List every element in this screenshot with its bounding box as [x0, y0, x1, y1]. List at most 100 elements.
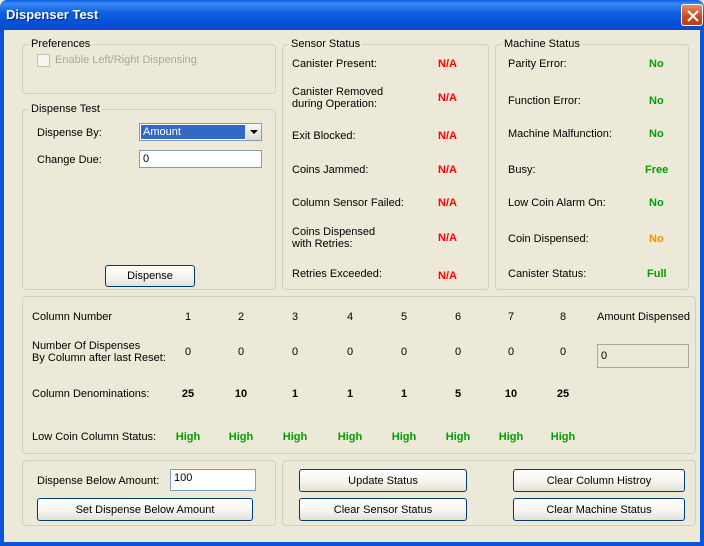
function-error-value: No: [649, 95, 664, 107]
dispenses-count: 0: [346, 346, 354, 358]
dispense-by-label: Dispense By:: [37, 127, 102, 139]
enable-left-right-label: Enable Left/Right Dispensing: [55, 54, 197, 66]
dispenses-count: 0: [184, 346, 192, 358]
change-due-input[interactable]: 0: [139, 150, 262, 168]
coins-jammed-value: N/A: [438, 164, 457, 176]
canister-removed-value: N/A: [438, 92, 457, 104]
column-sensor-failed-value: N/A: [438, 197, 457, 209]
canister-status-label: Canister Status:: [508, 268, 587, 280]
machine-status-legend: Machine Status: [502, 38, 582, 51]
denomination-value: 1: [400, 388, 408, 400]
low-coin-alarm-label: Low Coin Alarm On:: [508, 197, 606, 209]
preferences-group: Preferences Enable Left/Right Dispensing: [22, 38, 276, 94]
update-status-button[interactable]: Update Status: [299, 469, 467, 492]
status-buttons-group: Update Status Clear Sensor Status Clear …: [282, 460, 696, 526]
clear-machine-status-button[interactable]: Clear Machine Status: [513, 498, 685, 521]
preferences-legend: Preferences: [29, 38, 93, 51]
dispense-below-group: Dispense Below Amount: 100 Set Dispense …: [22, 460, 276, 526]
coin-dispensed-label: Coin Dispensed:: [508, 233, 589, 245]
close-icon: [687, 10, 699, 22]
low-coin-status-value: High: [550, 431, 576, 443]
column-number: 5: [400, 311, 408, 323]
denominations-label: Column Denominations:: [32, 388, 150, 400]
amount-dispensed-field: 0: [597, 344, 689, 368]
sensor-status-group: Sensor Status Canister Present: N/A Cani…: [282, 38, 489, 290]
canister-removed-label: Canister Removed during Operation:: [292, 86, 384, 110]
low-coin-status-value: High: [498, 431, 524, 443]
column-number: 8: [559, 311, 567, 323]
column-number: 3: [291, 311, 299, 323]
low-coin-status-value: High: [337, 431, 363, 443]
busy-value: Free: [645, 164, 669, 176]
dispenses-count: 0: [400, 346, 408, 358]
parity-error-label: Parity Error:: [508, 58, 567, 70]
machine-malfunction-value: No: [649, 128, 664, 140]
low-coin-status-value: High: [228, 431, 254, 443]
column-number: 4: [346, 311, 354, 323]
dispenses-count: 0: [559, 346, 567, 358]
clear-column-history-button[interactable]: Clear Column Histroy: [513, 469, 685, 492]
close-button[interactable]: [681, 4, 703, 26]
column-number: 2: [237, 311, 245, 323]
low-coin-alarm-value: No: [649, 197, 664, 209]
machine-status-group: Machine Status Parity Error: No Function…: [495, 38, 689, 290]
sensor-status-legend: Sensor Status: [289, 38, 363, 51]
dispense-test-group: Dispense Test Dispense By: Amount Change…: [22, 103, 276, 290]
amount-dispensed-label: Amount Dispensed: [597, 311, 690, 323]
low-coin-status-value: High: [175, 431, 201, 443]
column-number: 1: [184, 311, 192, 323]
machine-malfunction-label: Machine Malfunction:: [508, 128, 612, 140]
denomination-value: 10: [504, 388, 518, 400]
dispenses-count: 0: [454, 346, 462, 358]
column-number: 6: [454, 311, 462, 323]
low-coin-status-value: High: [445, 431, 471, 443]
function-error-label: Function Error:: [508, 95, 581, 107]
canister-present-label: Canister Present:: [292, 58, 377, 70]
dispense-by-select[interactable]: Amount: [139, 123, 262, 141]
dispense-test-legend: Dispense Test: [29, 103, 102, 116]
window-frame-left: [0, 30, 4, 546]
window-frame-bottom: [0, 542, 704, 546]
retries-exceeded-label: Retries Exceeded:: [292, 268, 382, 280]
set-dispense-below-button[interactable]: Set Dispense Below Amount: [37, 498, 253, 521]
dispense-by-value: Amount: [141, 125, 245, 139]
denomination-value: 1: [291, 388, 299, 400]
exit-blocked-label: Exit Blocked:: [292, 130, 356, 142]
dispense-button[interactable]: Dispense: [105, 265, 195, 287]
denomination-value: 5: [454, 388, 462, 400]
canister-status-value: Full: [647, 268, 667, 280]
enable-left-right-checkbox[interactable]: [37, 54, 50, 67]
dispenses-label: Number Of Dispenses By Column after last…: [32, 340, 166, 364]
exit-blocked-value: N/A: [438, 130, 457, 142]
column-number: 7: [507, 311, 515, 323]
dispenses-count: 0: [237, 346, 245, 358]
coins-dispensed-retries-value: N/A: [438, 232, 457, 244]
low-coin-status-value: High: [282, 431, 308, 443]
parity-error-value: No: [649, 58, 664, 70]
column-sensor-failed-label: Column Sensor Failed:: [292, 197, 404, 209]
busy-label: Busy:: [508, 164, 536, 176]
denomination-value: 1: [346, 388, 354, 400]
dispense-below-input[interactable]: 100: [170, 469, 256, 491]
canister-present-value: N/A: [438, 58, 457, 70]
column-number-label: Column Number: [32, 311, 113, 323]
coin-dispensed-value: No: [649, 233, 664, 245]
dispenses-count: 0: [291, 346, 299, 358]
dispense-below-label: Dispense Below Amount:: [37, 475, 160, 487]
chevron-down-icon[interactable]: [245, 124, 261, 140]
denomination-value: 25: [556, 388, 570, 400]
dispenses-count: 0: [507, 346, 515, 358]
column-group: Column Number 1 2 3 4 5 6 7 8 Amount Dis…: [22, 296, 696, 454]
clear-sensor-status-button[interactable]: Clear Sensor Status: [299, 498, 467, 521]
low-coin-status-label: Low Coin Column Status:: [32, 431, 157, 443]
title-bar: Dispenser Test: [0, 0, 704, 30]
change-due-label: Change Due:: [37, 154, 102, 166]
coins-jammed-label: Coins Jammed:: [292, 164, 369, 176]
denomination-value: 10: [234, 388, 248, 400]
low-coin-status-value: High: [391, 431, 417, 443]
window-title: Dispenser Test: [6, 7, 99, 22]
denomination-value: 25: [181, 388, 195, 400]
retries-exceeded-value: N/A: [438, 270, 457, 282]
window-frame-right: [700, 30, 704, 546]
coins-dispensed-retries-label: Coins Dispensed with Retries:: [292, 226, 376, 250]
